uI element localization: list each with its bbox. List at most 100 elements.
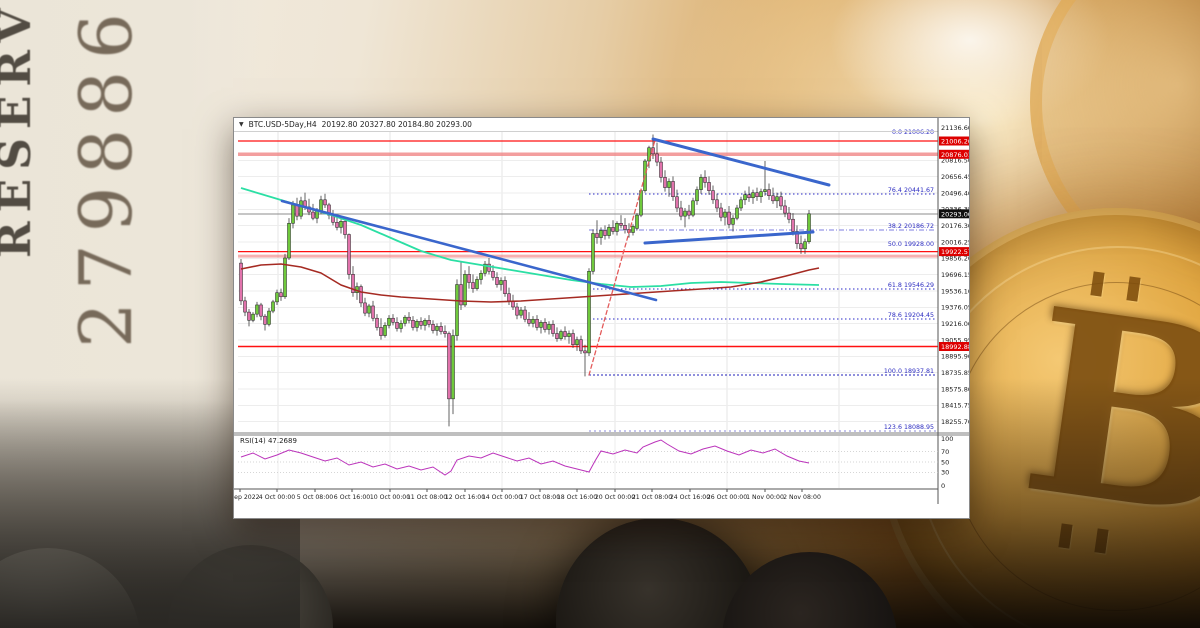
price-tick-label: 20016.25 [941, 238, 969, 246]
chart-canvas[interactable]: 0.0 21006.2076.4 20441.6738.2 20186.7250… [234, 118, 969, 518]
candle-down [408, 317, 411, 320]
chart-dropdown-icon[interactable]: ▼ [239, 121, 244, 128]
price-marker-label: 20293.00 [941, 210, 969, 218]
candle-down [428, 320, 431, 324]
candle-up [684, 211, 687, 216]
time-tick-label: 10 Oct 00:00 [370, 494, 410, 501]
candle-up [600, 230, 603, 237]
candle-up [276, 293, 279, 302]
candle-up [732, 218, 735, 224]
fibonacci-levels[interactable]: 0.0 21006.2076.4 20441.6738.2 20186.7250… [589, 129, 936, 431]
candle-up [760, 192, 763, 197]
candle-down [720, 208, 723, 217]
price-tick-label: 19216.00 [941, 320, 969, 328]
price-tick-label: 20656.45 [941, 173, 969, 181]
candle-down [572, 334, 575, 345]
candle-down [580, 340, 583, 351]
candle-down [472, 282, 475, 288]
candle-down [620, 223, 623, 225]
candle-up [592, 233, 595, 271]
candle-down [380, 327, 383, 335]
rsi-scale-label: 30 [941, 469, 949, 477]
candle-up [632, 226, 635, 232]
candle-down [396, 322, 399, 328]
candle-down [596, 233, 599, 237]
candle-down [420, 321, 423, 325]
candle-down [524, 310, 527, 319]
fib-label: 123.6 18088.95 [884, 424, 934, 431]
fib-label: 100.0 18937.81 [884, 368, 934, 375]
candle-up [576, 340, 579, 345]
price-tick-label: 18255.70 [941, 418, 969, 426]
candle-up [288, 223, 291, 258]
price-marker-label: 20876.01 [941, 151, 969, 159]
candle-up [540, 322, 543, 327]
candle-down [280, 293, 283, 297]
candle-up [424, 320, 427, 325]
candle-down [784, 206, 787, 213]
price-tick-label: 19696.15 [941, 271, 969, 279]
fib-label: 50.0 19928.00 [888, 241, 934, 248]
candle-up [520, 310, 523, 315]
candle-down [444, 331, 447, 333]
candle-up [368, 306, 371, 313]
time-tick-label: 14 Oct 00:00 [482, 494, 522, 501]
price-tick-label: 19536.10 [941, 287, 969, 295]
candle-down [248, 312, 251, 320]
bill-serial-number: 2798860 [64, 0, 148, 348]
candle-down [344, 221, 347, 234]
candle-down [556, 334, 559, 339]
candle-down [504, 280, 507, 293]
trendline-upper-wedge[interactable] [653, 139, 829, 185]
background-photo: 2798860 RESERVE B ▼ BTC.USD-5Day,H4 2019… [0, 0, 1200, 628]
rsi-scale-label: 70 [941, 448, 949, 456]
candle-down [584, 351, 587, 353]
candle-down [364, 303, 367, 313]
candle-down [508, 294, 511, 301]
candle-down [376, 318, 379, 327]
candle-up [548, 324, 551, 329]
time-tick-label: 24 Oct 16:00 [670, 494, 710, 501]
candle-up [268, 311, 271, 324]
candle-down [264, 316, 267, 324]
time-tick-label: 12 Oct 16:00 [445, 494, 485, 501]
candle-down [656, 154, 659, 162]
rsi-scale-label: 50 [941, 458, 949, 466]
price-tick-label: 18575.80 [941, 385, 969, 393]
candle-down [768, 190, 771, 196]
candle-down [492, 271, 495, 277]
time-tick-label: 30 Sep 2022 [234, 494, 260, 501]
price-axis[interactable]: 21136.6020816.5020656.4520496.4020336.35… [939, 124, 969, 426]
fib-label: 76.4 20441.67 [888, 187, 934, 194]
candle-up [480, 273, 483, 279]
rsi-scale-label: 0 [941, 482, 945, 490]
time-axis[interactable]: 30 Sep 20224 Oct 00:005 Oct 08:006 Oct 1… [234, 489, 821, 501]
candle-up [300, 201, 303, 216]
time-tick-label: 2 Nov 08:00 [783, 494, 821, 501]
candle-down [260, 305, 263, 316]
candle-up [764, 190, 767, 192]
candle-up [452, 336, 455, 399]
candle-down [676, 197, 679, 208]
trendline-lower-wedge[interactable] [645, 232, 813, 243]
candle-up [736, 208, 739, 218]
candle-down [748, 195, 751, 198]
time-tick-label: 6 Oct 16:00 [334, 494, 370, 501]
candle-up [696, 190, 699, 201]
time-tick-label: 26 Oct 00:00 [707, 494, 747, 501]
candle-down [688, 211, 691, 215]
fib-label: 38.2 20186.72 [888, 223, 934, 230]
price-marker-label: 18992.88 [941, 343, 969, 351]
candle-down [528, 319, 531, 323]
candle-down [412, 320, 415, 327]
chart-ohlc-values: 20192.80 20327.80 20184.80 20293.00 [322, 120, 472, 129]
candle-up [776, 197, 779, 201]
candle-down [488, 264, 491, 271]
pane-splitter[interactable] [234, 432, 969, 436]
candle-down [432, 324, 435, 330]
candle-up [608, 227, 611, 235]
candle-up [560, 331, 563, 338]
candle-up [640, 191, 643, 215]
candle-up [752, 193, 755, 198]
candle-up [692, 201, 695, 215]
